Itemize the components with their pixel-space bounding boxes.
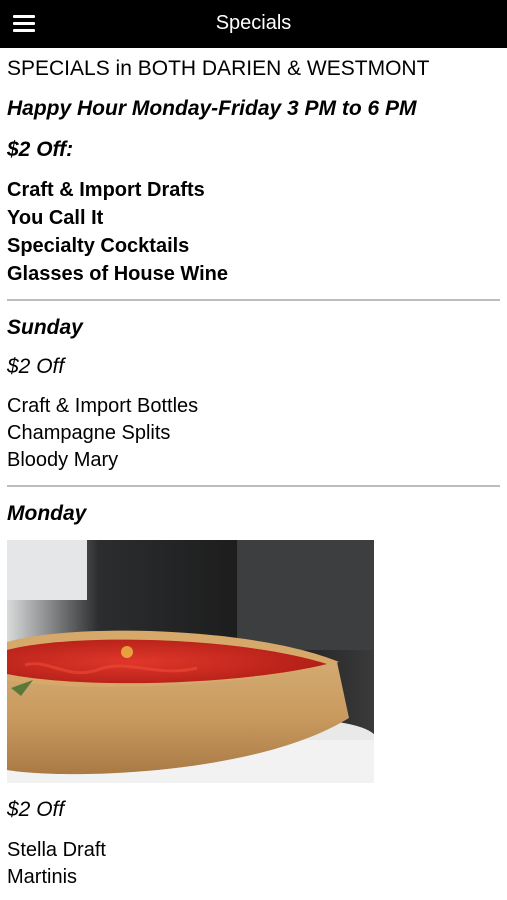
list-item: Specialty Cocktails: [7, 235, 190, 257]
deep-dish-pizza-image: [7, 540, 374, 783]
happy-hour-items: Craft & Import Drafts You Call It Specia…: [7, 176, 228, 288]
list-item: Bloody Mary: [7, 449, 119, 471]
happy-hour-heading: Happy Hour Monday-Friday 3 PM to 6 PM: [7, 97, 417, 120]
list-item: Martinis: [7, 866, 78, 888]
list-item: Craft & Import Bottles: [7, 395, 199, 417]
section-divider: [7, 299, 500, 301]
happy-hour-discount: $2 Off:: [7, 138, 74, 161]
list-item: Glasses of House Wine: [7, 263, 228, 285]
sunday-heading: Sunday: [7, 316, 83, 339]
list-item: Stella Draft: [7, 839, 106, 861]
section-divider: [7, 485, 500, 487]
monday-discount: $2 Off: [7, 798, 65, 821]
page-title: Specials: [215, 12, 292, 34]
monday-heading: Monday: [7, 502, 87, 525]
list-item: Craft & Import Drafts: [7, 179, 205, 201]
header-bar: Specials: [0, 0, 507, 48]
monday-items: Stella Draft Martinis: [7, 837, 106, 891]
list-item: You Call It: [7, 207, 104, 229]
locations-heading: SPECIALS in BOTH DARIEN & WESTMONT: [7, 57, 430, 80]
list-item: Champagne Splits: [7, 422, 171, 444]
sunday-discount: $2 Off: [7, 355, 65, 378]
sunday-items: Craft & Import Bottles Champagne Splits …: [7, 393, 198, 474]
